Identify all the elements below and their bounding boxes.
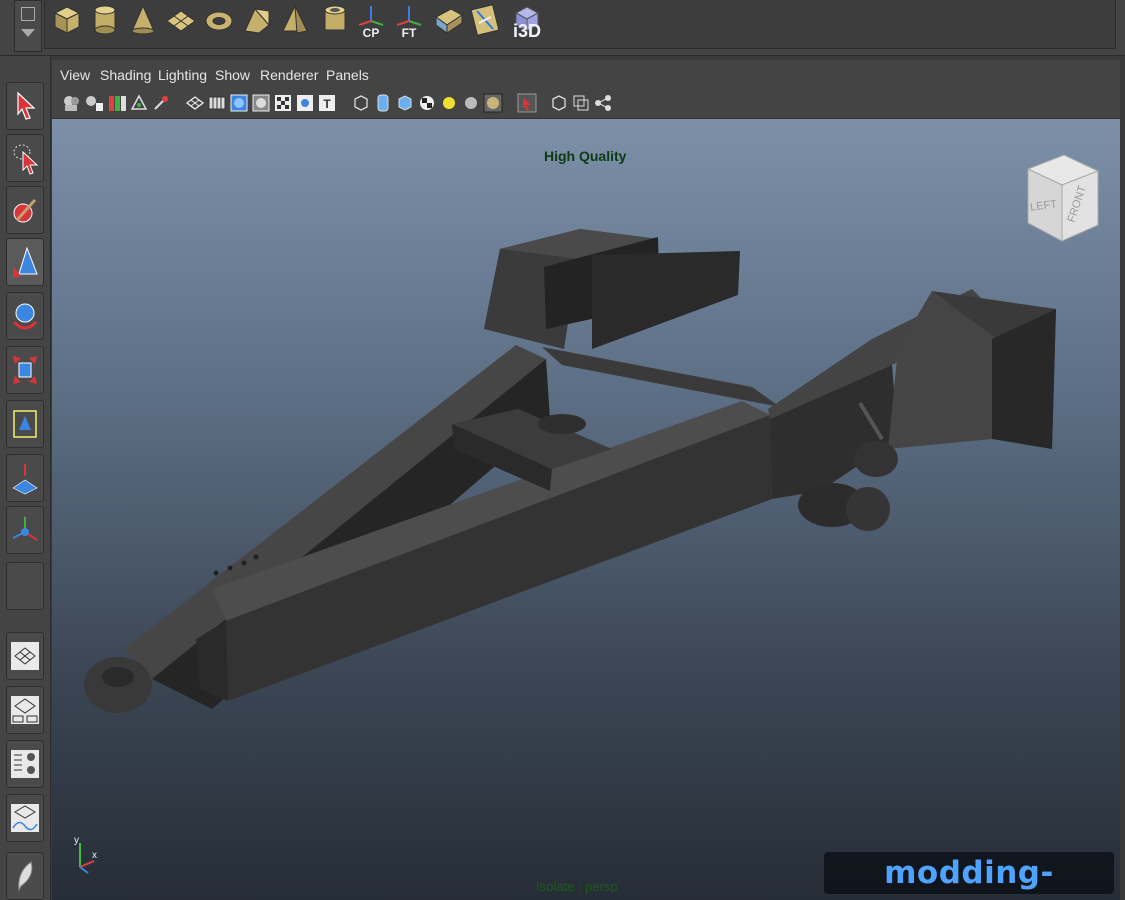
menu-renderer[interactable]: Renderer [260, 67, 318, 83]
poly-pyramid-icon[interactable] [278, 2, 312, 38]
two-d-pan-zoom-icon[interactable] [151, 93, 171, 113]
scale-tool[interactable] [6, 346, 44, 394]
checker-icon[interactable] [417, 93, 437, 113]
paint-select-tool[interactable] [6, 186, 44, 234]
shadows-icon[interactable] [295, 93, 315, 113]
textured-icon[interactable] [273, 93, 293, 113]
text-display-icon[interactable]: T [317, 93, 337, 113]
select-tool[interactable] [6, 82, 44, 130]
outliner-hypershade-layout-icon[interactable] [6, 740, 44, 788]
ambient-occlusion-icon[interactable] [461, 93, 481, 113]
high-quality-lighting-icon[interactable] [439, 93, 459, 113]
center-pivot-label: CP [362, 26, 380, 40]
feather-tool-icon[interactable] [6, 852, 44, 900]
poly-prism-icon[interactable] [240, 2, 274, 38]
camera-attributes-icon[interactable] [84, 93, 104, 113]
xray-icon[interactable] [373, 93, 393, 113]
motion-blur-icon[interactable] [483, 93, 503, 113]
axis-indicator: y x [74, 835, 97, 874]
axis-x-label: x [92, 850, 97, 861]
trailer-drawbar-model[interactable] [52, 119, 1120, 900]
panel-toolbar: T [52, 88, 1120, 119]
share-icon[interactable] [593, 93, 613, 113]
poly-plane-icon[interactable] [164, 2, 198, 38]
resolution-gate-icon[interactable] [517, 93, 537, 113]
move-tool[interactable] [6, 238, 44, 286]
select-camera-icon[interactable] [62, 93, 82, 113]
axis-y-label: y [74, 835, 79, 846]
poly-cylinder-icon[interactable] [88, 2, 122, 38]
shelf-tab-control[interactable] [14, 0, 42, 52]
menu-shading[interactable]: Shading [100, 67, 151, 83]
menu-lighting[interactable]: Lighting [158, 67, 207, 83]
poly-torus-icon[interactable] [202, 2, 236, 38]
image-plane-icon[interactable] [129, 93, 149, 113]
show-manipulator-tool[interactable] [6, 506, 44, 554]
menu-view[interactable]: View [60, 67, 90, 83]
universal-manipulator-tool[interactable] [6, 400, 44, 448]
uv-layout-icon[interactable] [468, 2, 502, 38]
shelf: CP FT i3D [0, 0, 1125, 56]
lasso-tool[interactable] [6, 134, 44, 182]
poly-cube-icon[interactable] [50, 2, 84, 38]
smooth-shade-icon[interactable] [229, 93, 249, 113]
center-pivot-icon[interactable]: CP [354, 2, 388, 40]
svg-text:T: T [323, 97, 331, 111]
menu-panels[interactable]: Panels [326, 67, 369, 83]
grid-toggle-icon[interactable] [207, 93, 227, 113]
poly-cone-icon[interactable] [126, 2, 160, 38]
isolate-select-icon[interactable] [351, 93, 371, 113]
hq-render-label: High Quality [544, 148, 627, 164]
poly-pipe-icon[interactable] [318, 2, 352, 38]
isolate-camera-label: Isolate : persp [536, 879, 618, 894]
last-tool-slot[interactable] [6, 562, 44, 610]
safe-action-icon[interactable] [571, 93, 591, 113]
i3d-export-label: i3D [512, 21, 541, 41]
toolbox [0, 56, 51, 900]
view-cube[interactable]: LEFT FRONT [1020, 149, 1102, 249]
perspective-viewport[interactable]: High Quality LEFT FRONT y x Isolate : pe… [52, 119, 1120, 900]
single-pane-layout-icon[interactable] [6, 632, 44, 680]
wireframe-icon[interactable] [185, 93, 205, 113]
menu-show[interactable]: Show [215, 67, 250, 83]
panel-menu-bar: View Shading Lighting Show Renderer Pane… [52, 60, 1120, 88]
field-chart-icon[interactable] [549, 93, 569, 113]
watermark: modding-welt.com [824, 852, 1114, 900]
default-lighting-icon[interactable] [251, 93, 271, 113]
uv-editor-icon[interactable] [432, 2, 466, 38]
i3d-export-icon[interactable]: i3D [508, 2, 546, 41]
rotate-tool[interactable] [6, 292, 44, 340]
bookmarks-icon[interactable] [107, 93, 127, 113]
persp-outliner-layout-icon[interactable] [6, 686, 44, 734]
soft-mod-tool[interactable] [6, 454, 44, 502]
freeze-transform-icon[interactable]: FT [392, 2, 426, 40]
persp-graph-layout-icon[interactable] [6, 794, 44, 842]
xray-joints-icon[interactable] [395, 93, 415, 113]
freeze-transform-label: FT [401, 26, 417, 40]
